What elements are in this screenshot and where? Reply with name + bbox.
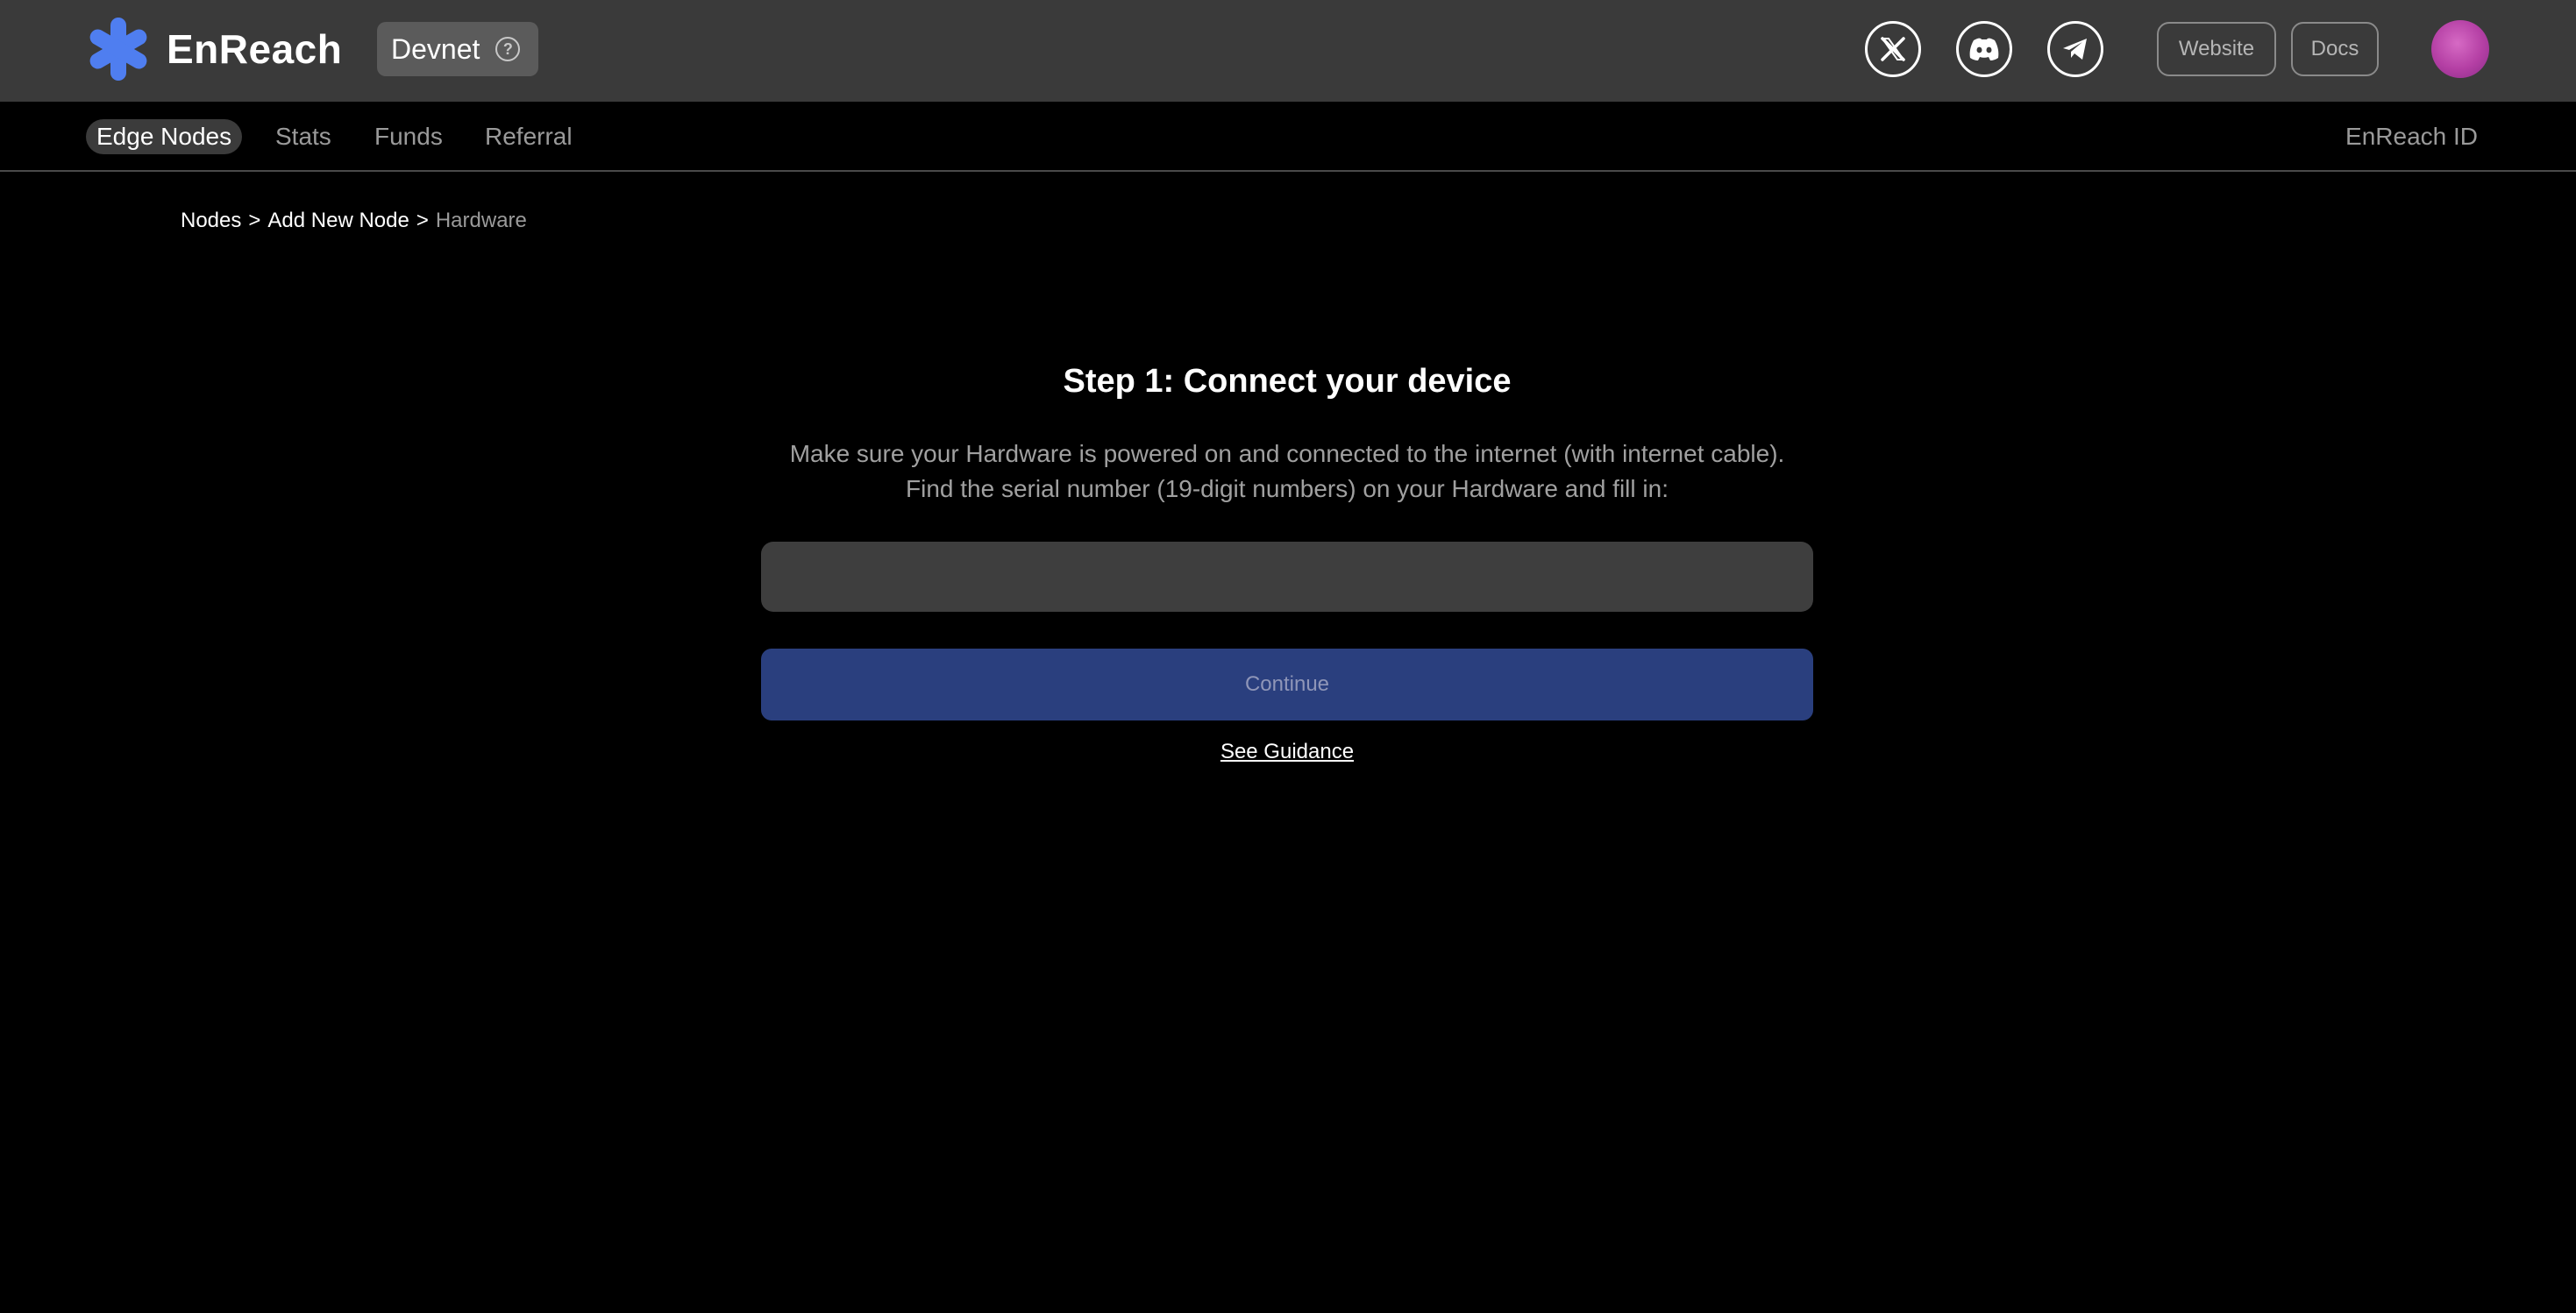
telegram-link[interactable] (2047, 21, 2103, 77)
nav-funds[interactable]: Funds (364, 119, 453, 154)
see-guidance-link[interactable]: See Guidance (1220, 740, 1354, 764)
continue-button[interactable]: Continue (761, 649, 1813, 720)
docs-button[interactable]: Docs (2291, 22, 2379, 76)
brand-name: EnReach (167, 26, 343, 72)
network-selector[interactable]: Devnet ? (377, 22, 538, 76)
breadcrumb: Nodes > Add New Node > Hardware (181, 209, 527, 233)
help-icon[interactable]: ? (495, 37, 521, 61)
x-icon (1879, 35, 1907, 63)
discord-link[interactable] (1956, 21, 2012, 77)
nav-referral[interactable]: Referral (474, 119, 583, 154)
top-header: EnReach Devnet ? Website Docs (0, 0, 2576, 102)
enreach-logo-icon (84, 16, 153, 82)
breadcrumb-nodes[interactable]: Nodes (181, 209, 241, 233)
instructions: Make sure your Hardware is powered on an… (790, 436, 1785, 507)
discord-icon (1968, 37, 2000, 61)
serial-number-input[interactable] (761, 542, 1813, 612)
breadcrumb-separator: > (416, 209, 429, 232)
connect-device-panel: Step 1: Connect your device Make sure yo… (761, 359, 1813, 764)
nav-edge-nodes[interactable]: Edge Nodes (86, 119, 243, 154)
breadcrumb-separator: > (248, 209, 261, 232)
enreach-id-link[interactable]: EnReach ID (2345, 119, 2478, 154)
main-nav: Edge Nodes Stats Funds Referral EnReach … (0, 102, 2576, 172)
nav-stats[interactable]: Stats (265, 119, 342, 154)
breadcrumb-hardware: Hardware (435, 209, 527, 232)
instruction-line-2: Find the serial number (19-digit numbers… (906, 475, 1669, 502)
x-link[interactable] (1865, 21, 1921, 77)
network-label: Devnet (391, 32, 480, 65)
brand-logo[interactable]: EnReach (84, 16, 342, 82)
instruction-line-1: Make sure your Hardware is powered on an… (789, 440, 1785, 467)
telegram-icon (2061, 37, 2089, 61)
website-button[interactable]: Website (2157, 22, 2276, 76)
breadcrumb-add-new-node[interactable]: Add New Node (267, 209, 409, 233)
avatar[interactable] (2431, 20, 2489, 78)
step-title: Step 1: Connect your device (1063, 363, 1512, 400)
